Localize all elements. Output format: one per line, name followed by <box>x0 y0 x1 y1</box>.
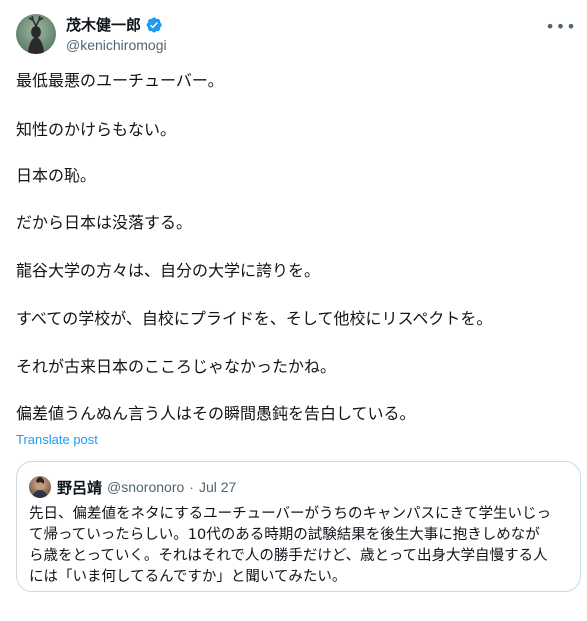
author-display-name[interactable]: 茂木健一郎 <box>66 15 141 35</box>
translate-post-link[interactable]: Translate post <box>16 432 98 447</box>
quote-date[interactable]: Jul 27 <box>199 479 236 495</box>
quote-author-avatar[interactable] <box>29 476 51 498</box>
quote-header: 野呂靖 @snoronoro · Jul 27 <box>57 476 236 498</box>
more-options-icon[interactable]: ••• <box>545 16 575 36</box>
post-paragraph: 知性のかけらもない。 <box>16 120 177 139</box>
quote-text-line: て帰っていったらしい。10代のある時期の試験結果を後生大事に抱きしめなが <box>29 527 540 543</box>
post-paragraph: 最低最悪のユーチューバー。 <box>16 71 224 90</box>
quote-text-line: ら歳をとっていく。それはそれで人の勝手だけど、歳とって出身大学自慢する人 <box>29 548 548 564</box>
quote-author-handle[interactable]: @snoronoro <box>107 479 184 495</box>
post-paragraph: 日本の恥。 <box>16 166 97 185</box>
quoted-post[interactable]: 野呂靖 @snoronoro · Jul 27 先日、偏差値をネタにするユーチュ… <box>16 461 581 592</box>
quote-text: 先日、偏差値をネタにするユーチューバーがうちのキャンパスにきて学生いじっ て帰っ… <box>29 504 568 588</box>
post-paragraph: すべての学校が、自校にプライドを、そして他校にリスペクトを。 <box>16 309 493 328</box>
author-handle[interactable]: @kenichiromogi <box>66 35 167 55</box>
post-paragraph: だから日本は没落する。 <box>16 213 193 232</box>
post-paragraph: 龍谷大学の方々は、自分の大学に誇りを。 <box>16 261 321 280</box>
verified-badge-icon <box>146 17 162 33</box>
author-avatar[interactable] <box>16 14 56 54</box>
avatar-icon <box>28 15 44 54</box>
post-paragraph: それが古来日本のこころじゃなかったかね。 <box>16 357 337 376</box>
author-info: 茂木健一郎 @kenichiromogi <box>66 15 167 55</box>
post-header: 茂木健一郎 @kenichiromogi ••• <box>16 14 576 58</box>
quote-text-line: 先日、偏差値をネタにするユーチューバーがうちのキャンパスにきて学生いじっ <box>29 506 551 522</box>
avatar-icon <box>32 477 48 498</box>
quote-text-line: には「いま何してるんですか」と聞いてみたい。 <box>29 569 347 585</box>
post-paragraph: 偏差値うんぬん言う人はその瞬間愚鈍を告白している。 <box>16 404 416 423</box>
post-text: 最低最悪のユーチューバー。 知性のかけらもない。 日本の恥。 だから日本は没落す… <box>16 70 571 425</box>
quote-author-name[interactable]: 野呂靖 <box>57 477 102 498</box>
quote-separator: · <box>189 479 194 495</box>
